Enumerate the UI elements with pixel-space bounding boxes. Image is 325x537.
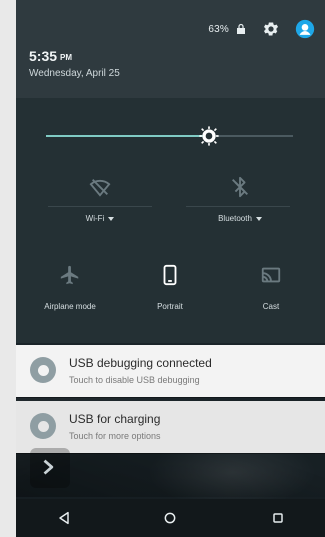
- back-icon: [59, 511, 69, 525]
- tile-cast-label: Cast: [262, 302, 280, 311]
- wifi-off-icon: [89, 176, 111, 198]
- battery-percent: 63%: [208, 23, 229, 35]
- notification-title: USB for charging: [69, 412, 161, 426]
- tile-wifi-text: Wi-Fi: [85, 214, 105, 223]
- account-avatar-icon[interactable]: [295, 19, 315, 39]
- brightness-thumb[interactable]: [199, 126, 219, 146]
- app-logo-icon: [43, 459, 54, 475]
- tile-bluetooth-label[interactable]: Bluetooth: [218, 214, 262, 223]
- bluetooth-off-icon: [229, 176, 251, 198]
- notification-usb-charging[interactable]: USB for charging Touch for more options: [16, 401, 325, 453]
- tile-bluetooth-text: Bluetooth: [218, 214, 252, 223]
- tile-divider-right: [186, 206, 290, 207]
- home-icon: [164, 512, 176, 524]
- usb-debugging-icon: [30, 357, 56, 383]
- tile-divider-left: [48, 206, 152, 207]
- tile-airplane-label: Airplane mode: [44, 302, 96, 311]
- device-screen: 63% 5:35 PM Wednesday, April 25 Wi-Fi Bl…: [16, 0, 325, 537]
- battery-lock-icon: [235, 23, 247, 35]
- recents-button[interactable]: [264, 507, 292, 529]
- home-button[interactable]: [156, 507, 184, 529]
- brightness-sun-icon: [199, 126, 219, 146]
- cast-icon: [260, 264, 282, 286]
- home-app-icon[interactable]: [30, 448, 70, 488]
- tile-wifi-label[interactable]: Wi-Fi: [86, 214, 115, 223]
- notification-subtitle: Touch for more options: [69, 431, 161, 441]
- clock-hours-minutes: 5:35: [29, 48, 58, 64]
- tile-bluetooth[interactable]: Bluetooth: [208, 176, 272, 226]
- notification-shade-header: 63% 5:35 PM Wednesday, April 25: [16, 0, 325, 98]
- quick-settings-panel: Wi-Fi Bluetooth Airplane mode Portrait C…: [16, 98, 325, 343]
- portrait-icon: [159, 264, 181, 286]
- battery-status: 63%: [208, 23, 247, 35]
- notification-usb-debugging[interactable]: USB debugging connected Touch to disable…: [16, 345, 325, 397]
- usb-charging-icon: [30, 413, 56, 439]
- settings-gear-icon[interactable]: [261, 19, 281, 39]
- navigation-bar: [16, 499, 325, 537]
- tile-rotation-label: Portrait: [157, 302, 183, 311]
- tile-wifi[interactable]: Wi-Fi: [74, 176, 126, 226]
- chevron-down-icon: [108, 216, 115, 221]
- brightness-slider[interactable]: [46, 126, 293, 146]
- notification-title: USB debugging connected: [69, 356, 212, 370]
- notification-subtitle: Touch to disable USB debugging: [69, 375, 200, 385]
- clock-ampm: PM: [60, 53, 73, 62]
- back-button[interactable]: [50, 507, 78, 529]
- recents-icon: [273, 513, 283, 523]
- airplane-icon: [59, 264, 81, 286]
- clock-time: 5:35 PM: [29, 48, 72, 64]
- tile-cast[interactable]: Cast: [246, 264, 296, 314]
- clock-date: Wednesday, April 25: [29, 68, 120, 79]
- tile-airplane-mode[interactable]: Airplane mode: [34, 264, 106, 314]
- chevron-down-icon: [255, 216, 262, 221]
- header-status-icons: 63%: [208, 16, 315, 42]
- tile-rotation-portrait[interactable]: Portrait: [140, 264, 200, 314]
- brightness-slider-fill: [46, 135, 210, 137]
